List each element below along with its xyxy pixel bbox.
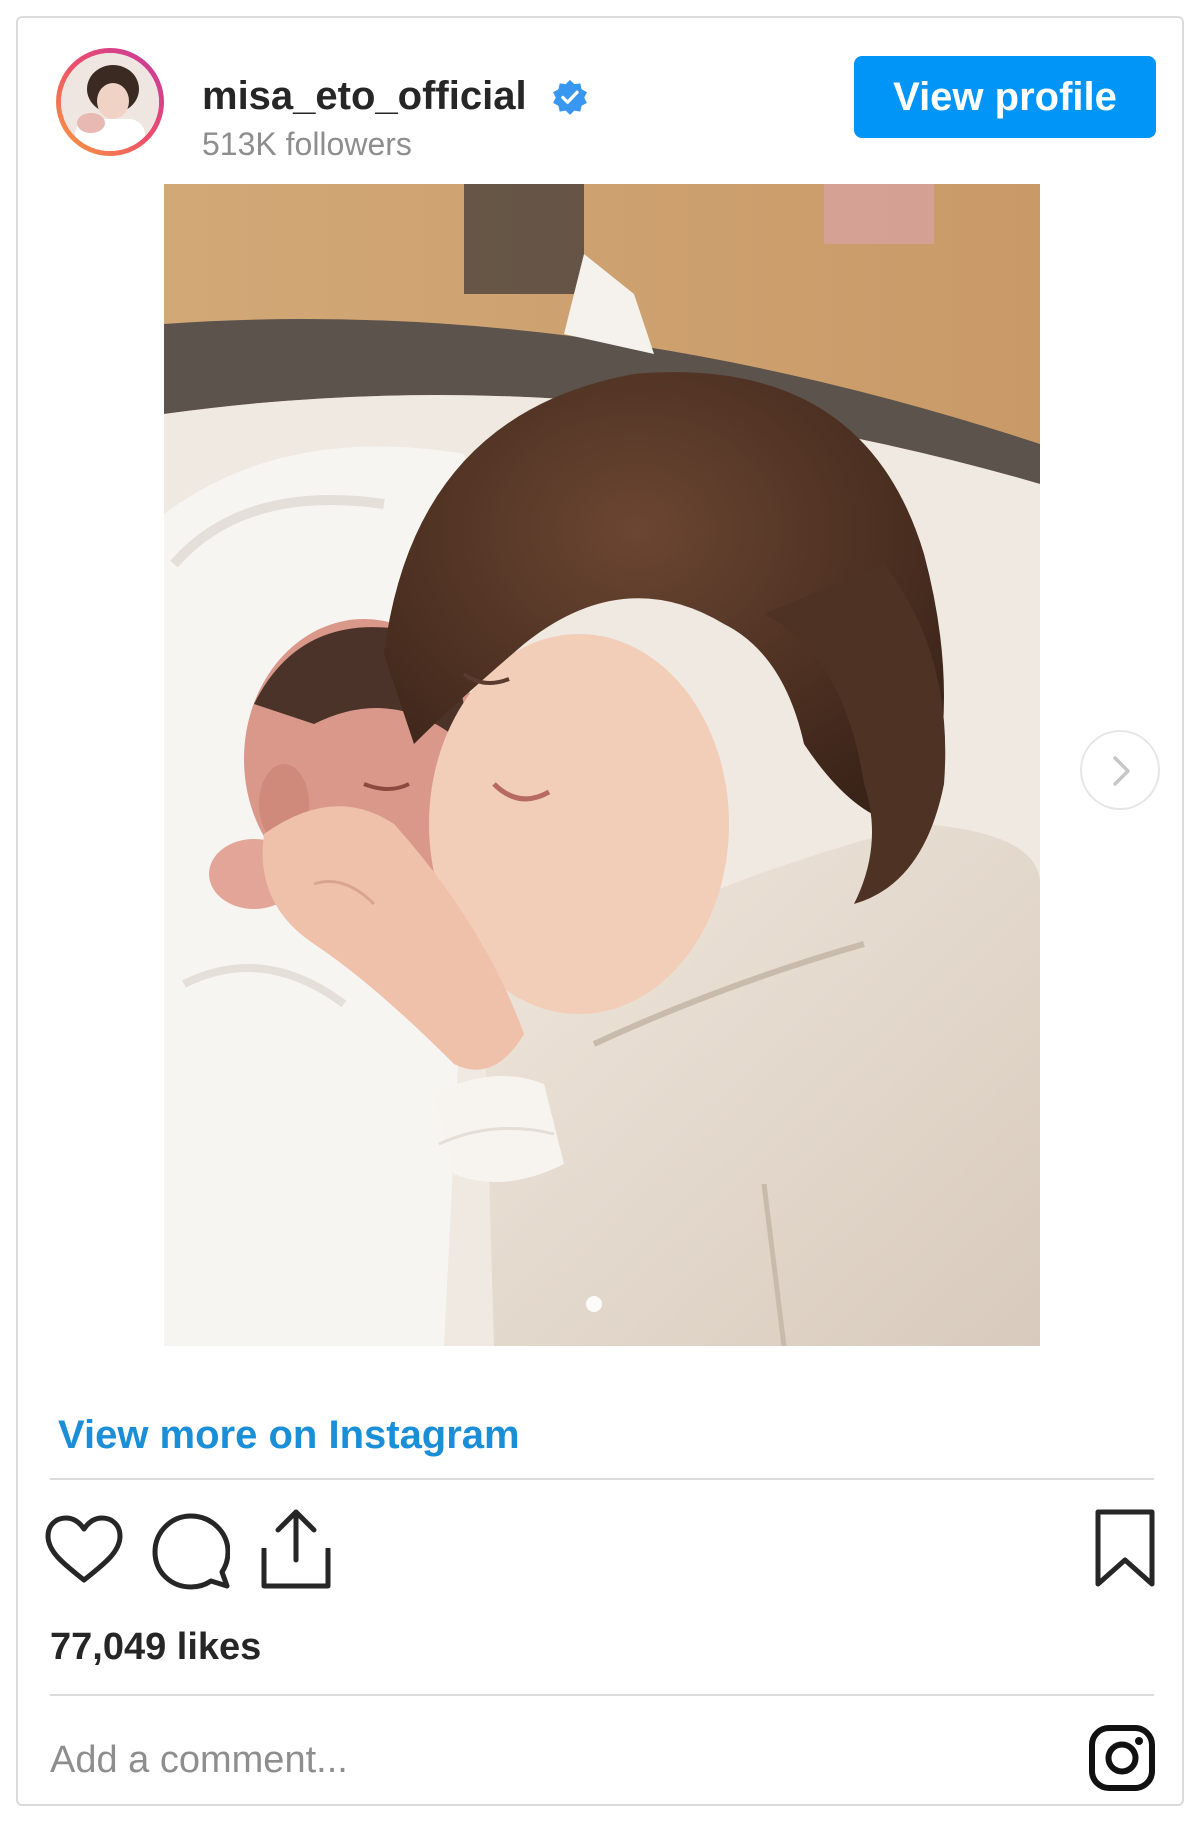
divider — [50, 1478, 1154, 1480]
next-slide-button[interactable] — [1080, 730, 1160, 810]
likes-count: 77,049 likes — [50, 1626, 262, 1668]
view-more-on-instagram-link[interactable]: View more on Instagram — [58, 1413, 520, 1458]
instagram-icon[interactable] — [1088, 1724, 1156, 1792]
divider — [50, 1694, 1154, 1696]
post-photo[interactable] — [164, 184, 1040, 1346]
post-photo-illustration — [164, 184, 1040, 1346]
username[interactable]: misa_eto_official — [202, 74, 527, 119]
share-icon[interactable] — [260, 1508, 332, 1590]
chevron-right-icon — [1113, 756, 1130, 786]
heart-icon[interactable] — [44, 1514, 124, 1586]
instagram-embed-card: misa_eto_official 513K followers View pr… — [16, 16, 1184, 1806]
carousel-dot-active — [586, 1296, 602, 1312]
verified-badge-icon — [553, 79, 587, 115]
avatar-photo — [61, 53, 159, 151]
add-comment-input[interactable] — [50, 1730, 970, 1790]
comment-icon[interactable] — [152, 1512, 230, 1590]
view-profile-button[interactable]: View profile — [854, 56, 1156, 138]
followers-count: 513K followers — [202, 126, 412, 162]
avatar[interactable] — [56, 48, 164, 156]
bookmark-icon[interactable] — [1094, 1508, 1156, 1588]
